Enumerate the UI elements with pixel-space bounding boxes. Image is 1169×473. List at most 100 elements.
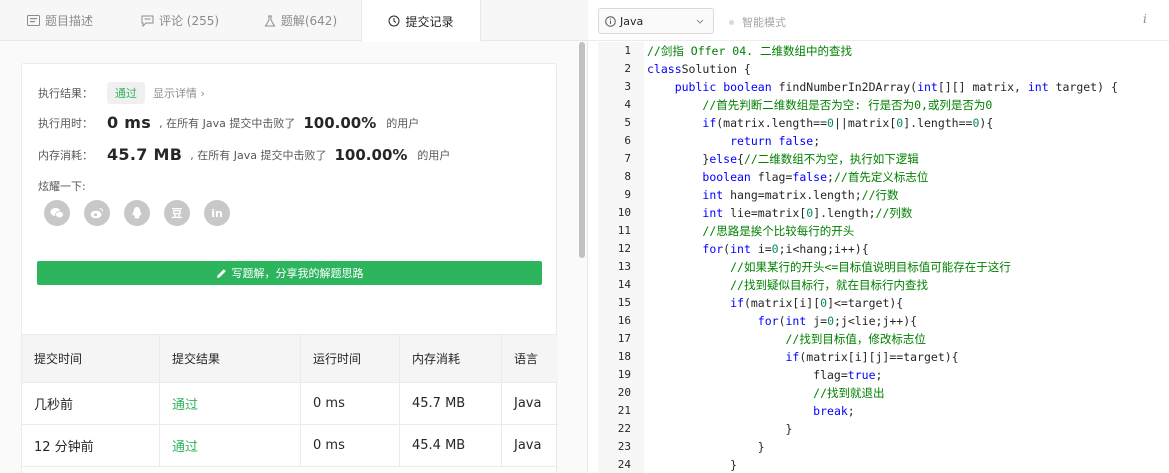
code-token: j= — [806, 314, 828, 328]
info-icon[interactable]: i — [1143, 12, 1147, 26]
code-token: else — [709, 152, 738, 166]
code-token: return false — [730, 134, 814, 148]
code-line: break; — [647, 402, 855, 420]
header-result[interactable]: 提交结果 — [159, 335, 300, 382]
tab-submissions[interactable]: 提交记录 — [361, 0, 481, 42]
code-line: int hang=matrix.length;//行数 — [647, 186, 898, 204]
code-token: i= — [750, 242, 772, 256]
line-number: 13 — [617, 260, 631, 273]
line-number: 9 — [624, 188, 631, 201]
tab-description[interactable]: 题目描述 — [0, 0, 120, 41]
code-token: if — [730, 296, 744, 310]
submit-time-cell: 12 分钟前 — [34, 440, 94, 455]
qq-icon[interactable] — [124, 200, 150, 226]
code-token: ].length== — [903, 116, 973, 130]
tab-solutions[interactable]: 题解(642) — [240, 0, 361, 41]
tab-comments[interactable]: 评论 (255) — [120, 0, 240, 41]
code-token: ].length; — [813, 206, 876, 220]
code-line: classSolution { — [647, 60, 751, 78]
left-scrollbar[interactable] — [579, 42, 585, 258]
table-row[interactable]: 几秒前 通过 0 ms 45.7 MB Java — [22, 383, 558, 425]
code-line: } — [647, 456, 737, 473]
editor-toolbar: Java 智能模式 i — [588, 0, 1169, 41]
line-number: 16 — [617, 314, 631, 327]
line-number: 1 — [624, 44, 631, 57]
code-token: //找到就退出 — [813, 386, 885, 400]
language-select[interactable]: Java — [598, 8, 714, 34]
description-icon — [26, 15, 40, 26]
weibo-icon[interactable] — [84, 200, 110, 226]
code-token: lie=matrix[ — [723, 206, 807, 220]
result-link[interactable]: 通过 — [159, 383, 300, 424]
code-line: //剑指 Offer 04. 二维数组中的查找 — [647, 42, 852, 60]
code-token: 0 — [827, 314, 834, 328]
code-line: } — [647, 438, 765, 456]
memory-suffix: 的用户 — [417, 148, 451, 162]
smart-mode-toggle[interactable]: 智能模式 — [729, 14, 786, 30]
code-token: } — [647, 440, 765, 454]
pencil-icon — [216, 268, 226, 278]
submissions-table: 提交时间 提交结果 运行时间 内存消耗 语言 几秒前 通过 0 ms 45.7 … — [21, 334, 558, 473]
result-card: 执行结果： 通过 显示详情 › 执行用时： 0 ms , 在所有 Java 提交… — [21, 63, 557, 339]
tab-bar: 题目描述 评论 (255) 题解(642) 提交记录 — [0, 0, 588, 42]
share-label: 炫耀一下: — [38, 180, 86, 193]
header-language[interactable]: 语言 — [501, 335, 558, 382]
submit-time-cell: 几秒前 — [34, 398, 74, 413]
show-details-link[interactable]: 显示详情 › — [153, 85, 205, 101]
code-token: } — [647, 458, 738, 472]
douban-icon[interactable]: 豆 — [164, 200, 190, 226]
table-header: 提交时间 提交结果 运行时间 内存消耗 语言 — [22, 335, 558, 383]
line-number: 18 — [617, 350, 631, 363]
line-number: 24 — [617, 458, 631, 471]
code-token: flag= — [647, 368, 848, 382]
wechat-icon[interactable] — [44, 200, 70, 226]
result-link[interactable]: 通过 — [159, 425, 300, 466]
line-number: 14 — [617, 278, 631, 291]
code-line: if(matrix.length==0||matrix[0].length==0… — [647, 114, 993, 132]
code-token: ;j<lie;j++){ — [834, 314, 918, 328]
code-line: }else{//二维数组不为空，执行如下逻辑 — [647, 150, 918, 168]
code-token: ;i<hang;i++){ — [778, 242, 869, 256]
submission-scroll-area[interactable]: 执行结果： 通过 显示详情 › 执行用时： 0 ms , 在所有 Java 提交… — [0, 42, 578, 473]
code-token: //思路是挨个比较每行的开头 — [702, 224, 855, 238]
linkedin-icon[interactable]: in — [204, 200, 230, 226]
table-row[interactable]: 12 分钟前 通过 0 ms 45.4 MB Java — [22, 425, 558, 467]
line-number: 2 — [624, 62, 631, 75]
line-number: 21 — [617, 404, 631, 417]
runtime-label: 执行用时： — [38, 116, 93, 130]
memory-cell: 45.4 MB — [399, 425, 501, 466]
line-number: 23 — [617, 440, 631, 453]
code-token: break — [813, 404, 848, 418]
code-token: target) { — [1048, 80, 1118, 94]
code-token: if — [785, 350, 800, 364]
code-token: ]<=target){ — [827, 296, 904, 310]
code-line: return false; — [647, 132, 820, 150]
code-token: findNumberIn2DArray( — [771, 80, 918, 94]
header-memory[interactable]: 内存消耗 — [399, 335, 501, 382]
line-number: 7 — [624, 152, 631, 165]
line-number: 8 — [624, 170, 631, 183]
code-line: //首先判断二维数组是否为空: 行是否为0,或列是否为0 — [647, 96, 992, 114]
header-runtime[interactable]: 运行时间 — [300, 335, 399, 382]
code-token: //首先定义标志位 — [833, 170, 929, 184]
line-number: 3 — [624, 80, 631, 93]
memory-value: 45.7 MB — [107, 145, 183, 164]
code-token: boolean — [702, 170, 751, 184]
code-token: 0 — [771, 242, 779, 256]
code-editor[interactable]: 1 2 3 4 5 6 7 8 9 10 11 12 13 14 15 16 17 18 19 20 21 22 23 24 … — [598, 42, 1169, 473]
share-row: 炫耀一下: — [38, 178, 86, 194]
header-submit-time[interactable]: 提交时间 — [22, 335, 159, 382]
write-solution-button[interactable]: 写题解，分享我的解题思路 — [37, 261, 542, 285]
code-token: { — [737, 152, 744, 166]
language-value: Java — [620, 14, 644, 28]
language-cell: Java — [501, 425, 558, 466]
flask-icon — [264, 15, 276, 26]
